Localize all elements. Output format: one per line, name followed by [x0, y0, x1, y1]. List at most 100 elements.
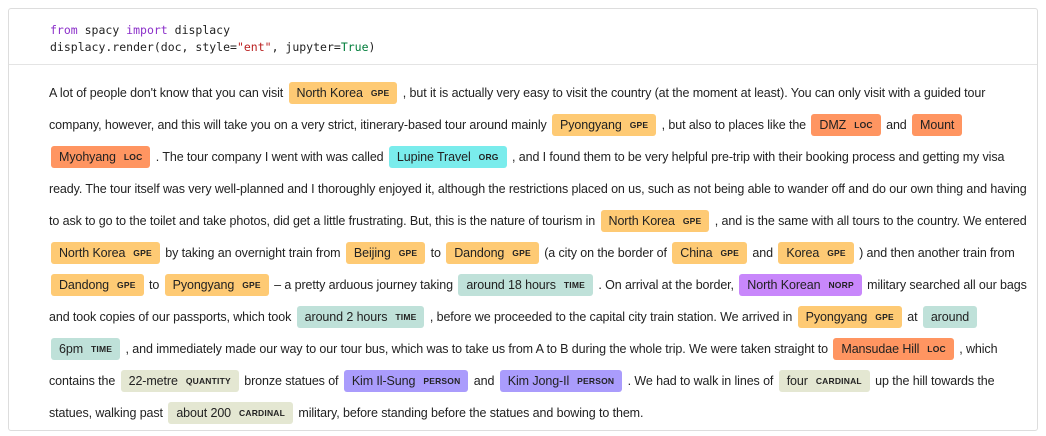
- text-segment: – a pretty arduous journey taking: [270, 278, 457, 292]
- entity-text: Kim Il-Sung: [351, 374, 416, 388]
- entity-text: around 2 hours: [304, 310, 388, 324]
- entity-text: Pyongyang: [172, 278, 235, 292]
- entity-cardinal: four CARDINAL: [778, 370, 870, 392]
- entity-text: Dandong: [454, 246, 505, 260]
- entity-label: TIME: [563, 280, 585, 291]
- entity-text: North Korea: [296, 86, 363, 100]
- entity-label: GPE: [242, 280, 261, 291]
- text-segment: to: [427, 246, 445, 260]
- entity-loc: Mansudae Hill LOC: [833, 338, 954, 360]
- entity-org: Lupine Travel ORG: [388, 146, 507, 168]
- text-segment: and: [882, 118, 911, 132]
- text-segment: . On arrival at the border,: [594, 278, 738, 292]
- text-segment: and: [749, 246, 777, 260]
- call-suffix: ): [368, 40, 376, 54]
- jupyter-value: True: [340, 40, 369, 54]
- text-segment: . The tour company I went with was calle…: [152, 150, 387, 164]
- entity-person: Kim Jong-Il PERSON: [499, 370, 623, 392]
- entity-text: around 18 hours: [466, 278, 556, 292]
- entity-gpe: North Korea GPE: [288, 82, 398, 104]
- entity-text: Korea: [786, 246, 820, 260]
- text-segment: bronze statues of: [240, 374, 342, 388]
- entity-text: Mansudae Hill: [841, 342, 920, 356]
- entity-label: CARDINAL: [815, 376, 862, 387]
- entity-label: LOC: [927, 344, 946, 355]
- entity-gpe: Dandong GPE: [446, 242, 539, 264]
- keyword-import: import: [126, 23, 168, 37]
- entity-label: GPE: [629, 120, 649, 131]
- entity-gpe: North Korea GPE: [600, 210, 710, 232]
- text-segment: A lot of people don't know that you can …: [49, 86, 287, 100]
- entity-label: CARDINAL: [239, 408, 286, 419]
- entity-label: LOC: [123, 152, 143, 163]
- entity-label: NORP: [828, 280, 854, 291]
- entity-gpe: Pyongyang GPE: [552, 114, 657, 136]
- style-string: "ent": [236, 40, 272, 54]
- code-input[interactable]: from spacy import displacy displacy.rend…: [9, 9, 1037, 65]
- entity-text: Dandong: [59, 278, 110, 292]
- code-line-2: displacy.render(doc, style="ent", jupyte…: [50, 39, 1037, 56]
- entity-label: GPE: [117, 280, 136, 291]
- entity-label: LOC: [854, 120, 873, 131]
- entity-label: TIME: [395, 312, 417, 323]
- text-segment: at: [903, 310, 921, 324]
- import-name: displacy: [167, 23, 231, 37]
- entity-label: TIME: [91, 344, 113, 355]
- call-prefix: displacy.render(doc, style=: [50, 40, 237, 54]
- entity-norp: North Korean NORP: [739, 274, 862, 296]
- entity-label: PERSON: [423, 376, 461, 387]
- code-line-1: from spacy import displacy: [50, 22, 1037, 39]
- entity-label: GPE: [720, 248, 740, 259]
- text-segment: ) and then another train from: [855, 246, 1015, 260]
- entity-text: Lupine Travel: [396, 150, 471, 164]
- entity-gpe: North Korea GPE: [51, 242, 160, 264]
- entity-text: Pyongyang: [805, 310, 868, 324]
- entity-gpe: China GPE: [672, 242, 748, 264]
- entity-label: PERSON: [577, 376, 615, 387]
- text-segment: and: [470, 374, 498, 388]
- entity-text: 22-metre: [128, 374, 178, 388]
- entity-quantity: 22-metre QUANTITY: [120, 370, 239, 392]
- entity-text: Beijing: [353, 246, 391, 260]
- text-segment: , and immediately made our way to our to…: [122, 342, 832, 356]
- entity-person: Kim Il-Sung PERSON: [343, 370, 469, 392]
- displacy-output: A lot of people don't know that you can …: [49, 77, 1033, 429]
- call-middle: , jupyter=: [271, 40, 341, 54]
- entity-gpe: Beijing GPE: [345, 242, 426, 264]
- entity-label: GPE: [133, 248, 152, 259]
- entity-label: ORG: [478, 152, 499, 163]
- module-name: spacy: [77, 23, 127, 37]
- entity-text: Kim Jong-Il: [507, 374, 570, 388]
- keyword-from: from: [50, 23, 78, 37]
- entity-label: QUANTITY: [185, 376, 231, 387]
- entity-loc: DMZ LOC: [811, 114, 881, 136]
- entity-label: GPE: [682, 216, 702, 227]
- entity-text: North Korean: [747, 278, 821, 292]
- entity-label: GPE: [875, 312, 894, 323]
- text-segment: military, before standing before the sta…: [295, 406, 644, 420]
- entity-gpe: Pyongyang GPE: [797, 306, 902, 328]
- entity-gpe: Dandong GPE: [51, 274, 144, 296]
- entity-gpe: Pyongyang GPE: [164, 274, 269, 296]
- entity-label: GPE: [512, 248, 531, 259]
- entity-text: about 200: [176, 406, 232, 420]
- entity-gpe: Korea GPE: [778, 242, 854, 264]
- text-segment: . We had to walk in lines of: [624, 374, 777, 388]
- entity-cardinal: about 200 CARDINAL: [168, 402, 294, 424]
- entity-text: four: [786, 374, 808, 388]
- text-segment: , before we proceeded to the capital cit…: [426, 310, 796, 324]
- entity-text: North Korea: [608, 214, 675, 228]
- entity-time: around 18 hours TIME: [458, 274, 593, 296]
- entity-text: DMZ: [819, 118, 847, 132]
- entity-text: North Korea: [59, 246, 126, 260]
- entity-label: GPE: [398, 248, 418, 259]
- text-segment: to: [145, 278, 163, 292]
- text-segment: (a city on the border of: [540, 246, 671, 260]
- entity-text: Pyongyang: [560, 118, 622, 132]
- text-segment: , and is the same with all tours to the …: [711, 214, 1027, 228]
- notebook-cell: from spacy import displacy displacy.rend…: [8, 8, 1038, 431]
- entity-label: GPE: [827, 248, 846, 259]
- entity-time: around 2 hours TIME: [296, 306, 425, 328]
- text-segment: , but also to places like the: [658, 118, 810, 132]
- text-segment: by taking an overnight train from: [161, 246, 344, 260]
